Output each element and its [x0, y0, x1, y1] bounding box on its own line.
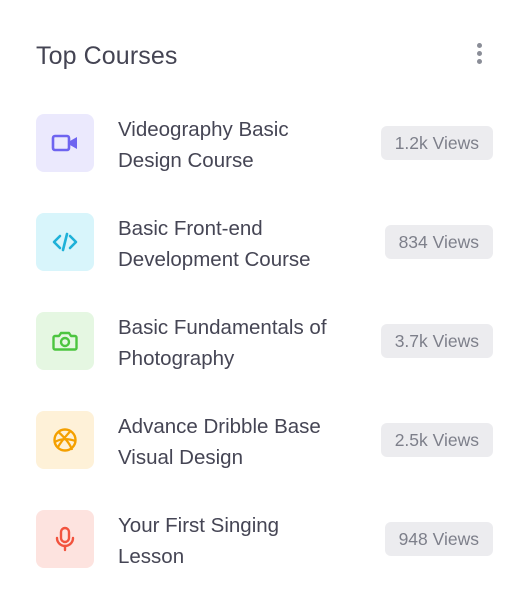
- top-courses-card: Top Courses Videography Basic Design Cou…: [0, 0, 527, 607]
- menu-dot: [476, 50, 482, 56]
- views-badge: 2.5k Views: [380, 423, 493, 457]
- course-item-videography[interactable]: Videography Basic Design Course 1.2k Vie…: [36, 112, 493, 211]
- views-badge: 1.2k Views: [380, 126, 493, 160]
- menu-dot: [476, 58, 482, 64]
- code-icon: [52, 232, 78, 252]
- course-item-dribbble[interactable]: Advance Dribble Base Visual Design 2.5k …: [36, 409, 493, 508]
- course-title: Videography Basic Design Course: [118, 118, 289, 172]
- microphone-icon: [55, 526, 75, 552]
- dribbble-icon: [53, 428, 77, 452]
- course-title: Basic Fundamentals of Photography: [118, 316, 327, 370]
- course-title: Your First Singing Lesson: [118, 514, 280, 568]
- views-badge: 834 Views: [384, 225, 493, 259]
- course-icon-box: [36, 114, 94, 172]
- camera-icon: [52, 331, 78, 351]
- views-badge: 948 Views: [384, 522, 493, 556]
- views-badge: 3.7k Views: [380, 324, 493, 358]
- menu-dot: [476, 42, 482, 48]
- course-icon-box: [36, 411, 94, 469]
- course-list: Videography Basic Design Course 1.2k Vie…: [36, 112, 493, 607]
- course-icon-box: [36, 312, 94, 370]
- course-item-frontend[interactable]: Basic Front-end Development Course 834 V…: [36, 211, 493, 310]
- card-header: Top Courses: [36, 38, 491, 78]
- more-vertical-icon[interactable]: [471, 38, 487, 68]
- course-icon-box: [36, 510, 94, 568]
- course-item-photography[interactable]: Basic Fundamentals of Photography 3.7k V…: [36, 310, 493, 409]
- course-title: Advance Dribble Base Visual Design: [118, 415, 321, 469]
- course-icon-box: [36, 213, 94, 271]
- card-title: Top Courses: [36, 42, 178, 70]
- video-camera-icon: [51, 134, 77, 152]
- course-item-singing[interactable]: Your First Singing Lesson 948 Views: [36, 508, 493, 607]
- course-title: Basic Front-end Development Course: [118, 217, 311, 271]
